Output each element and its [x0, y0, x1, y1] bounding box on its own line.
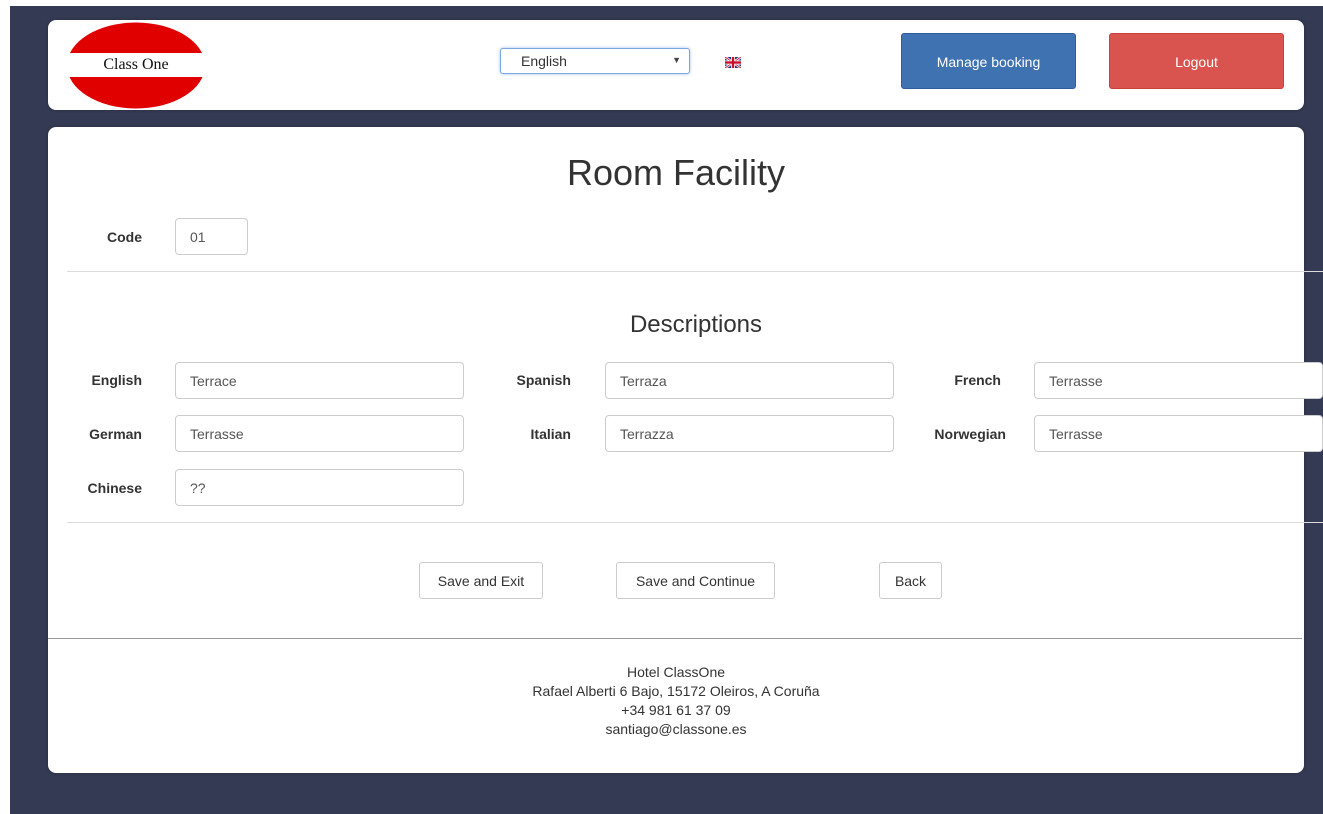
page-title: Room Facility [566, 152, 786, 193]
class-one-logo[interactable]: Class One [66, 22, 206, 109]
norwegian-label: Norwegian [934, 426, 1006, 442]
english-description-field[interactable]: Terrace [175, 362, 464, 399]
hotel-address: Rafael Alberti 6 Bajo, 15172 Oleiros, A … [532, 683, 820, 699]
spanish-label: Spanish [516, 372, 571, 388]
chinese-label: Chinese [87, 480, 142, 496]
language-select[interactable]: English ▼ [500, 48, 690, 74]
manage-booking-button[interactable]: Manage booking [901, 33, 1076, 89]
french-description-field[interactable]: Terrasse [1034, 362, 1323, 399]
french-label: French [954, 372, 1001, 388]
manage-booking-label: Manage booking [936, 54, 1041, 70]
chinese-description-field[interactable]: ?? [175, 469, 464, 506]
norwegian-description-field[interactable]: Terrasse [1034, 415, 1323, 452]
hotel-email[interactable]: santiago@classone.es [48, 720, 1304, 739]
code-label: Code [107, 229, 142, 245]
footer: Hotel ClassOne Rafael Alberti 6 Bajo, 15… [48, 663, 1304, 739]
save-and-continue-button[interactable]: Save and Continue [616, 562, 775, 599]
italian-description-field[interactable]: Terrazza [605, 415, 894, 452]
logo-text: Class One [103, 56, 169, 73]
german-label: German [89, 426, 142, 442]
code-field[interactable]: 01 [175, 218, 248, 255]
hotel-name: Hotel ClassOne [626, 664, 726, 680]
descriptions-heading: Descriptions [629, 311, 763, 338]
english-label: English [91, 372, 142, 388]
divider [67, 271, 1323, 272]
logout-button[interactable]: Logout [1109, 33, 1284, 89]
back-button[interactable]: Back [879, 562, 942, 599]
logout-label: Logout [1175, 54, 1218, 70]
language-select-value: English [521, 53, 567, 69]
footer-divider [48, 638, 1302, 639]
uk-flag-icon[interactable] [725, 57, 741, 68]
save-and-exit-button[interactable]: Save and Exit [419, 562, 543, 599]
italian-label: Italian [530, 426, 571, 442]
spanish-description-field[interactable]: Terraza [605, 362, 894, 399]
divider [67, 522, 1323, 523]
chevron-down-icon: ▼ [672, 55, 681, 65]
hotel-phone: +34 981 61 37 09 [621, 702, 731, 718]
german-description-field[interactable]: Terrasse [175, 415, 464, 452]
